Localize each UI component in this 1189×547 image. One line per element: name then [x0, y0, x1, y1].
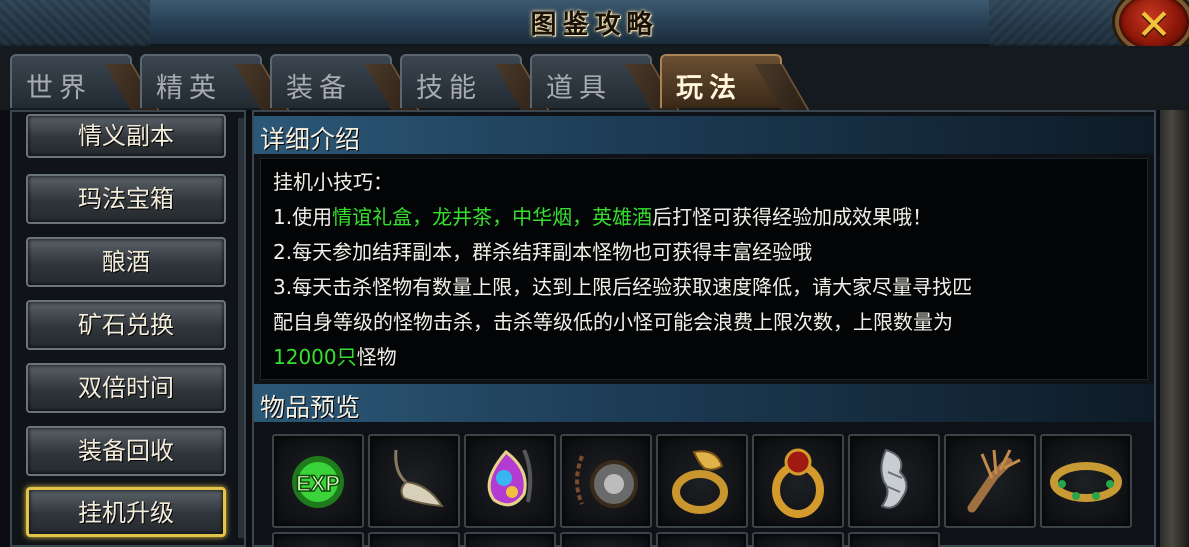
- tab-skills[interactable]: 技能: [400, 54, 522, 108]
- sidebar-item-label: 酿酒: [102, 248, 150, 276]
- tip-line-2: 2.每天参加结拜副本，群杀结拜副本怪物也可获得丰富经验哦: [273, 240, 813, 264]
- preview-heading: 物品预览: [260, 393, 361, 422]
- emerald-bracelet-icon: [1050, 462, 1122, 502]
- item-slot-ruby-ring[interactable]: [752, 434, 844, 528]
- exp-orb-icon: EXP: [292, 456, 344, 508]
- sidebar-item-label: 装备回收: [78, 437, 174, 465]
- claw-pendant-icon: [394, 449, 444, 508]
- sidebar-item-ore-exchange[interactable]: 矿石兑换: [26, 300, 226, 350]
- sidebar: 情义副本 玛法宝箱 酿酒 矿石兑换 双倍时间 装备回收 挂机升级: [10, 110, 246, 547]
- preview-section-header: 物品预览: [254, 384, 1154, 422]
- tab-equipment[interactable]: 装备: [270, 54, 392, 108]
- sidebar-item-equipment-recycle[interactable]: 装备回收: [26, 426, 226, 476]
- detail-section-header: 详细介绍: [254, 116, 1154, 154]
- sidebar-item-mafa-chest[interactable]: 玛法宝箱: [26, 174, 226, 224]
- frame-edge: [1160, 110, 1189, 547]
- tab-bar: 世界 精英 装备 技能 道具 玩法: [0, 46, 1189, 110]
- tab-label: 世界: [26, 73, 92, 104]
- tip-text: 后打怪可获得经验加成效果哦！: [652, 205, 933, 229]
- exp-label: EXP: [296, 471, 340, 496]
- item-slot-row2[interactable]: [368, 532, 460, 547]
- tip-text: 怪物: [356, 345, 397, 369]
- main-panel: 详细介绍 挂机小技巧： 1.使用情谊礼盒，龙井茶，中华烟，英雄酒后打怪可获得经验…: [252, 110, 1156, 547]
- stone-necklace-icon: [575, 455, 638, 508]
- sidebar-item-brewing[interactable]: 酿酒: [26, 237, 226, 287]
- tip-line-4: 配自身等级的怪物击杀，击杀等级低的小怪可能会浪费上限次数，上限数量为: [273, 310, 953, 334]
- item-names-highlight: 情谊礼盒，龙井茶，中华烟，英雄酒: [332, 205, 653, 229]
- sidebar-item-afk-leveling[interactable]: 挂机升级: [26, 487, 226, 537]
- item-slot-dragon-ring[interactable]: [656, 434, 748, 528]
- item-slot-row2[interactable]: [848, 532, 940, 547]
- item-slot-emerald-bracelet[interactable]: [1040, 434, 1132, 528]
- item-slot-row2[interactable]: [752, 532, 844, 547]
- item-slot-stone-necklace[interactable]: [560, 434, 652, 528]
- sidebar-scrollbar[interactable]: [238, 118, 244, 538]
- item-slot-silver-bracer[interactable]: [848, 434, 940, 528]
- tab-world[interactable]: 世界: [10, 54, 132, 108]
- bone-gauntlet-icon: [967, 449, 1021, 513]
- ruby-ring-icon: [772, 448, 824, 518]
- sidebar-item-label: 情义副本: [78, 122, 174, 150]
- item-slot-row2[interactable]: [560, 532, 652, 547]
- close-icon: ✕: [1136, 0, 1172, 49]
- tip-text: 1.使用: [273, 205, 333, 229]
- item-slot-exp[interactable]: EXP: [272, 434, 364, 528]
- window-title: 图鉴攻略: [530, 10, 659, 40]
- item-slot-row2[interactable]: [656, 532, 748, 547]
- item-slot-claw-pendant[interactable]: [368, 434, 460, 528]
- sidebar-item-label: 玛法宝箱: [78, 185, 174, 213]
- gem-amulet-icon: [487, 449, 533, 507]
- tab-label: 道具: [546, 73, 612, 104]
- sidebar-item-double-time[interactable]: 双倍时间: [26, 363, 226, 413]
- item-slot-bone-gauntlet[interactable]: [944, 434, 1036, 528]
- silver-bracer-icon: [880, 448, 908, 509]
- tab-label: 装备: [286, 73, 352, 104]
- detail-heading: 详细介绍: [260, 125, 361, 154]
- dragon-ring-icon: [672, 450, 728, 514]
- detail-text-box: 挂机小技巧： 1.使用情谊礼盒，龙井茶，中华烟，英雄酒后打怪可获得经验加成效果哦…: [260, 158, 1148, 380]
- item-preview-grid: EXP: [272, 434, 1136, 547]
- sidebar-item-label: 矿石兑换: [78, 311, 174, 339]
- tab-label: 技能: [416, 73, 482, 104]
- tab-elite[interactable]: 精英: [140, 54, 262, 108]
- item-slot-row2[interactable]: [272, 532, 364, 547]
- tab-label: 精英: [156, 73, 222, 104]
- tip-line-1: 1.使用情谊礼盒，龙井茶，中华烟，英雄酒后打怪可获得经验加成效果哦！: [273, 200, 1135, 235]
- sidebar-item-label: 挂机升级: [78, 499, 174, 527]
- tip-line-3: 3.每天击杀怪物有数量上限，达到上限后经验获取速度降低，请大家尽量寻找匹: [273, 275, 973, 299]
- item-slot-gem-amulet[interactable]: [464, 434, 556, 528]
- tip-line-5: 12000只怪物: [273, 340, 1135, 375]
- tips-title: 挂机小技巧：: [273, 170, 393, 194]
- title-bar: 图鉴攻略: [0, 0, 1189, 46]
- tab-items[interactable]: 道具: [530, 54, 652, 108]
- sidebar-item-label: 双倍时间: [78, 374, 174, 402]
- tab-gameplay[interactable]: 玩法: [660, 54, 782, 108]
- limit-count-highlight: 12000只: [273, 345, 357, 369]
- sidebar-item-brotherhood-dungeon[interactable]: 情义副本: [26, 114, 226, 158]
- item-slot-row2[interactable]: [464, 532, 556, 547]
- tab-label: 玩法: [676, 73, 742, 104]
